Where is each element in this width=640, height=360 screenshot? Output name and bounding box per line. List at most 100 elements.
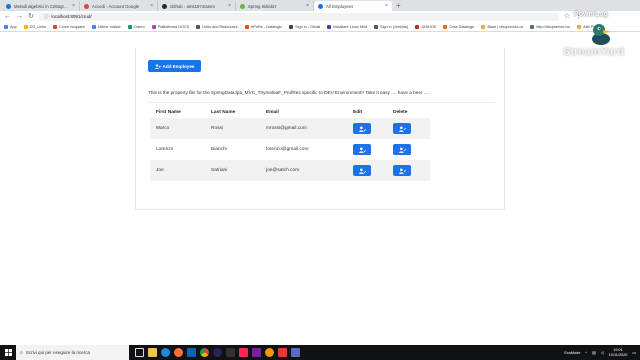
volume-icon[interactable]: ◁	[601, 350, 604, 355]
browser-tab-active[interactable]: All Employees ×	[314, 1, 392, 11]
bookmark-favicon-icon	[530, 24, 535, 29]
bookmark-label: Cidero	[133, 24, 145, 29]
tab-close-icon[interactable]: ×	[228, 3, 231, 9]
tab-label: Accedi - Account Google	[92, 3, 140, 9]
bookmark-item[interactable]: Ultime notizie	[91, 24, 121, 29]
header-edit: Edit	[353, 109, 363, 115]
taskbar-search-input[interactable]: ⌕ Scrivi qui per eseguire la ricerca	[16, 345, 129, 360]
cell-first-name: Lorenzo	[156, 147, 174, 152]
network-icon[interactable]: ▤	[592, 350, 596, 355]
bookmark-label: Come ricopiare	[59, 24, 85, 29]
property-text: This is the property file for the Spring…	[148, 90, 430, 95]
taskbar-pinned-apps	[129, 348, 300, 357]
user-edit-icon	[358, 168, 366, 174]
bookmark-label: Sign in (Jenkins)	[380, 24, 409, 29]
edit-button[interactable]	[353, 165, 371, 176]
bookmark-label: HPeRe - Datalogic	[250, 24, 283, 29]
edge-icon[interactable]	[161, 348, 170, 357]
bookmark-item[interactable]: Base | nfsoprendo.co	[481, 24, 524, 29]
file-explorer-icon[interactable]	[148, 348, 157, 357]
address-bar[interactable]: ⓘ localhost:8091/crud/	[38, 12, 559, 21]
watermark-brand: StreamYard	[563, 46, 625, 58]
app-icon[interactable]	[252, 348, 261, 357]
search-icon: ⌕	[20, 349, 23, 356]
tab-close-icon[interactable]: ×	[306, 3, 309, 9]
clock[interactable]: 19:01 10/11/2020	[609, 348, 628, 357]
bookmark-item[interactable]: Cidero	[127, 24, 145, 29]
bookmark-item[interactable]: Sign in (Jenkins)	[374, 24, 409, 29]
browser-tab[interactable]: Spring Initializr ×	[236, 1, 314, 11]
app-icon[interactable]	[291, 348, 300, 357]
duck-logo-icon	[592, 24, 612, 45]
reload-icon[interactable]: ↻	[28, 12, 34, 22]
intellij-icon[interactable]	[239, 348, 248, 357]
tab-favicon-icon	[6, 3, 11, 9]
bookmark-item[interactable]: http://dhcpserver.loc	[530, 24, 570, 29]
firefox-icon[interactable]	[265, 348, 274, 357]
bookmark-item[interactable]: Crea Datalogic	[443, 24, 475, 29]
edit-button[interactable]	[353, 123, 371, 134]
bookmark-item[interactable]: Links and Resources	[196, 24, 238, 29]
add-employee-button[interactable]: Add Employee	[148, 60, 201, 72]
bookmark-item[interactable]: Sign in - Orbali	[289, 24, 320, 29]
bookmark-item[interactable]: Come ricopiare	[53, 24, 85, 29]
app-icon[interactable]	[278, 348, 287, 357]
bookmark-item[interactable]: Installare Linux Mint	[327, 24, 367, 29]
bookmark-item[interactable]: App	[4, 24, 17, 29]
bookmark-item[interactable]: Piattaforma DOCS	[151, 24, 189, 29]
bookmark-label: Crea Datalogic	[449, 24, 475, 29]
tab-favicon-icon	[84, 3, 89, 9]
bookmark-favicon-icon	[481, 24, 486, 29]
browser-tab[interactable]: Github - amit1974/amm ×	[158, 1, 236, 11]
terminal-icon[interactable]	[226, 348, 235, 357]
delete-button[interactable]	[393, 165, 411, 176]
bookmark-favicon-icon	[244, 24, 249, 29]
bookmark-favicon-icon	[127, 24, 132, 29]
bookmark-item[interactable]: DS_Links	[23, 24, 47, 29]
cell-last-name: Rossi	[205, 118, 260, 139]
table-row: Lorenzo Bianchi lorenzo@gmail.com	[150, 139, 430, 160]
task-view-icon[interactable]	[135, 348, 144, 357]
tab-label: Spring Initializr	[248, 3, 277, 9]
tab-close-icon[interactable]: ×	[385, 3, 388, 9]
bookmark-label: Base | nfsoprendo.co	[487, 24, 524, 29]
notifications-icon[interactable]: ▭	[632, 350, 636, 355]
add-employee-label: Add Employee	[162, 63, 195, 69]
info-icon[interactable]: ⓘ	[44, 14, 49, 20]
chevron-up-icon[interactable]: ^	[585, 351, 587, 355]
browser-tab[interactable]: Metodi algebrici in Crittografia ×	[2, 1, 80, 11]
chrome-icon[interactable]	[200, 348, 209, 357]
cell-email: lorenzo@gmail.com	[266, 147, 309, 152]
cell-first-name: Marco	[150, 118, 205, 139]
browser-tab[interactable]: Accedi - Account Google ×	[80, 1, 158, 11]
bookmark-item[interactable]: JASHOK	[415, 24, 436, 29]
search-placeholder: Scrivi qui per eseguire la ricerca	[25, 350, 90, 355]
forward-arrow-icon[interactable]: →	[16, 12, 23, 22]
tab-favicon-icon	[318, 3, 323, 9]
tab-favicon-icon	[162, 3, 167, 9]
firefox-icon[interactable]	[174, 348, 183, 357]
bookmark-label: DS_Links	[29, 24, 47, 29]
taskbar: ⌕ Scrivi qui per eseguire la ricerca Eco…	[0, 345, 640, 360]
delete-button[interactable]	[393, 123, 411, 134]
delete-button[interactable]	[393, 144, 411, 155]
table-row: Joe Satriani joe@satch.com	[150, 160, 430, 181]
tab-label: Github - amit1974/amm	[170, 3, 215, 9]
eclipse-icon[interactable]	[213, 348, 222, 357]
bookmark-label: Ultime notizie	[97, 24, 121, 29]
tray-label[interactable]: EcoMode	[564, 351, 580, 355]
tab-close-icon[interactable]: ×	[150, 3, 153, 9]
user-edit-icon	[358, 126, 366, 132]
new-tab-button[interactable]: +	[392, 1, 405, 11]
bookmark-item[interactable]: HPeRe - Datalogic	[244, 24, 283, 29]
outlook-icon[interactable]	[187, 348, 196, 357]
edit-button[interactable]	[353, 144, 371, 155]
bookmark-favicon-icon	[91, 24, 96, 29]
back-arrow-icon[interactable]: ←	[4, 12, 11, 22]
windows-logo-icon	[4, 349, 12, 356]
tab-close-icon[interactable]: ×	[72, 3, 75, 9]
windows-start-button[interactable]	[0, 345, 16, 360]
bookmark-favicon-icon	[327, 24, 332, 29]
bookmark-label: Links and Resources	[202, 24, 238, 29]
url-text: localhost:8091/crud/	[51, 14, 92, 19]
